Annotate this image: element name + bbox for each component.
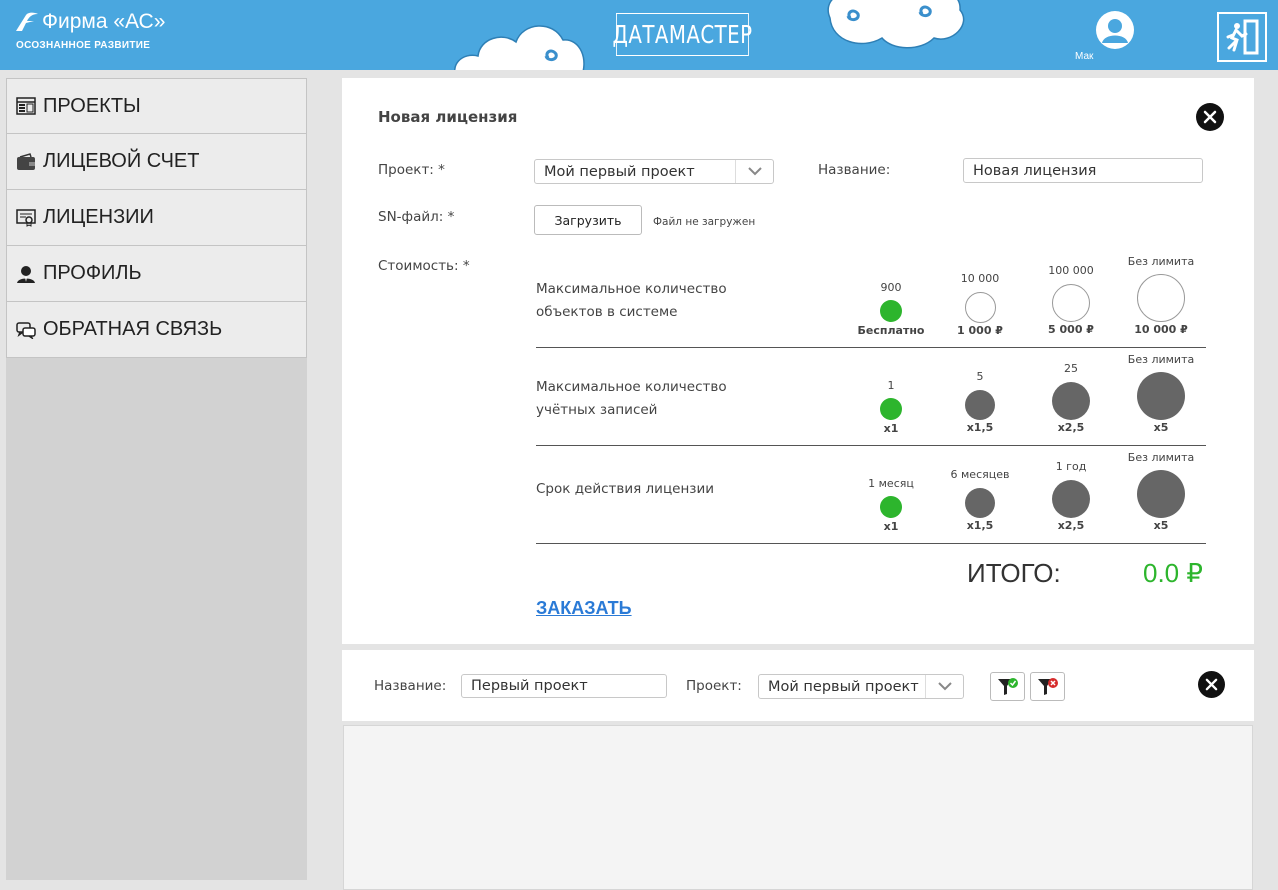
option-indicator xyxy=(1052,284,1090,322)
close-icon xyxy=(1205,678,1218,691)
filter-project-select[interactable]: Мой первый проект xyxy=(758,674,964,699)
option-selected-indicator xyxy=(880,496,902,518)
sidebar-item-projects[interactable]: ПРОЕКТЫ xyxy=(6,78,307,134)
user-name[interactable]: Мак xyxy=(1075,51,1093,62)
row-label-objects: Максимальное количество объектов в систе… xyxy=(536,281,727,320)
apply-filter-button[interactable] xyxy=(990,672,1025,701)
row-label-duration: Срок действия лицензии xyxy=(536,481,714,497)
sidebar-item-label: ЛИЦЕНЗИИ xyxy=(43,206,154,228)
filter-project-label: Проект: xyxy=(686,678,742,694)
filter-project-value: Мой первый проект xyxy=(768,678,919,695)
total-value: 0.0 ₽ xyxy=(1143,558,1203,588)
name-label: Название: xyxy=(818,162,891,178)
option-accounts-5[interactable]: 5 x1,5 xyxy=(935,370,1025,434)
company-logo-icon xyxy=(16,12,38,31)
results-area xyxy=(343,725,1253,890)
filter-clear-icon xyxy=(1037,677,1058,695)
option-indicator xyxy=(1137,274,1185,322)
close-filter-button[interactable] xyxy=(1198,671,1225,698)
option-objects-100000[interactable]: 100 000 5 000 ₽ xyxy=(1026,264,1116,336)
file-status: Файл не загружен xyxy=(653,216,756,228)
total-label: ИТОГО: xyxy=(967,558,1061,588)
projects-icon xyxy=(16,96,36,116)
option-objects-unlimited[interactable]: Без лимита 10 000 ₽ xyxy=(1116,255,1206,336)
option-indicator xyxy=(1052,382,1090,420)
filter-name-label: Название: xyxy=(374,678,447,694)
row-label-accounts: Максимальное количество учётных записей xyxy=(536,379,727,418)
project-select[interactable]: Мой первый проект xyxy=(534,159,774,184)
sidebar-item-label: ПРОЕКТЫ xyxy=(43,94,141,117)
exit-door-icon xyxy=(1226,19,1259,55)
user-avatar-icon[interactable] xyxy=(1096,11,1134,49)
chevron-down-icon xyxy=(735,160,773,183)
option-accounts-unlimited[interactable]: Без лимита x5 xyxy=(1116,353,1206,434)
upload-button[interactable]: Загрузить xyxy=(534,205,642,235)
clear-filter-button[interactable] xyxy=(1030,672,1065,701)
wallet-icon xyxy=(16,152,36,172)
project-label: Проект: * xyxy=(378,162,445,178)
sidebar-item-label: ПРОФИЛЬ xyxy=(43,262,142,284)
license-name-input[interactable]: Новая лицензия xyxy=(963,158,1203,183)
exit-button[interactable] xyxy=(1217,12,1267,62)
option-duration-unlimited[interactable]: Без лимита x5 xyxy=(1116,451,1206,532)
filter-bar: Название: Первый проект Проект: Мой перв… xyxy=(342,650,1254,721)
company-logo[interactable]: Фирма «АС» ОСОЗНАННОЕ РАЗВИТИЕ xyxy=(14,10,165,51)
top-header: Фирма «АС» ОСОЗНАННОЕ РАЗВИТИЕ ДАТАМАСТЕ… xyxy=(0,0,1278,70)
row-divider xyxy=(536,347,1206,348)
brand-logo: ДАТАМАСТЕР xyxy=(612,13,752,56)
certificate-icon xyxy=(16,208,36,228)
option-accounts-1[interactable]: 1 x1 xyxy=(846,379,936,435)
option-indicator xyxy=(1052,480,1090,518)
panel-title: Новая лицензия xyxy=(378,108,518,126)
filter-name-input[interactable]: Первый проект xyxy=(461,674,667,698)
company-tagline: ОСОЗНАННОЕ РАЗВИТИЕ xyxy=(16,40,151,51)
profile-icon xyxy=(16,264,36,284)
option-indicator xyxy=(1137,470,1185,518)
option-indicator xyxy=(1137,372,1185,420)
sidebar-item-feedback[interactable]: ОБРАТНАЯ СВЯЗЬ xyxy=(6,302,307,358)
sidebar-item-profile[interactable]: ПРОФИЛЬ xyxy=(6,246,307,302)
option-selected-indicator xyxy=(880,398,902,420)
option-accounts-25[interactable]: 25 x2,5 xyxy=(1026,362,1116,434)
option-indicator xyxy=(964,292,996,323)
order-link[interactable]: ЗАКАЗАТЬ xyxy=(536,598,632,619)
sidebar-item-licenses[interactable]: ЛИЦЕНЗИИ xyxy=(6,190,307,246)
sidebar-item-account[interactable]: ЛИЦЕВОЙ СЧЕТ xyxy=(6,134,307,190)
cloud-decoration xyxy=(454,25,585,70)
option-duration-1-month[interactable]: 1 месяц x1 xyxy=(846,477,936,533)
sidebar-item-label: ОБРАТНАЯ СВЯЗЬ xyxy=(43,318,223,340)
sn-file-label: SN-файл: * xyxy=(378,209,455,225)
option-duration-1-year[interactable]: 1 год x2,5 xyxy=(1026,460,1116,532)
option-indicator xyxy=(965,390,995,420)
option-objects-10000[interactable]: 10 000 1 000 ₽ xyxy=(935,272,1025,337)
row-divider xyxy=(536,543,1206,544)
sidebar-item-label: ЛИЦЕВОЙ СЧЕТ xyxy=(43,150,200,172)
feedback-icon xyxy=(16,320,36,340)
row-divider xyxy=(536,445,1206,446)
cloud-decoration xyxy=(827,0,965,49)
option-objects-900[interactable]: 900 Бесплатно xyxy=(846,281,936,337)
chevron-down-icon xyxy=(925,675,963,698)
cost-label: Стоимость: * xyxy=(378,258,470,274)
option-duration-6-months[interactable]: 6 месяцев x1,5 xyxy=(935,468,1025,532)
filter-apply-icon xyxy=(997,677,1018,695)
project-select-value: Мой первый проект xyxy=(544,163,695,180)
close-icon xyxy=(1203,110,1217,124)
option-indicator xyxy=(965,488,995,518)
new-license-panel: Новая лицензия Проект: * Мой первый прое… xyxy=(342,78,1254,644)
sidebar: ПРОЕКТЫ ЛИЦЕВОЙ СЧЕТ ЛИЦЕНЗИИ ПРОФИЛЬ ОБ… xyxy=(6,78,307,880)
close-panel-button[interactable] xyxy=(1196,103,1224,131)
option-selected-indicator xyxy=(880,300,902,322)
company-name: Фирма «АС» xyxy=(42,10,166,33)
